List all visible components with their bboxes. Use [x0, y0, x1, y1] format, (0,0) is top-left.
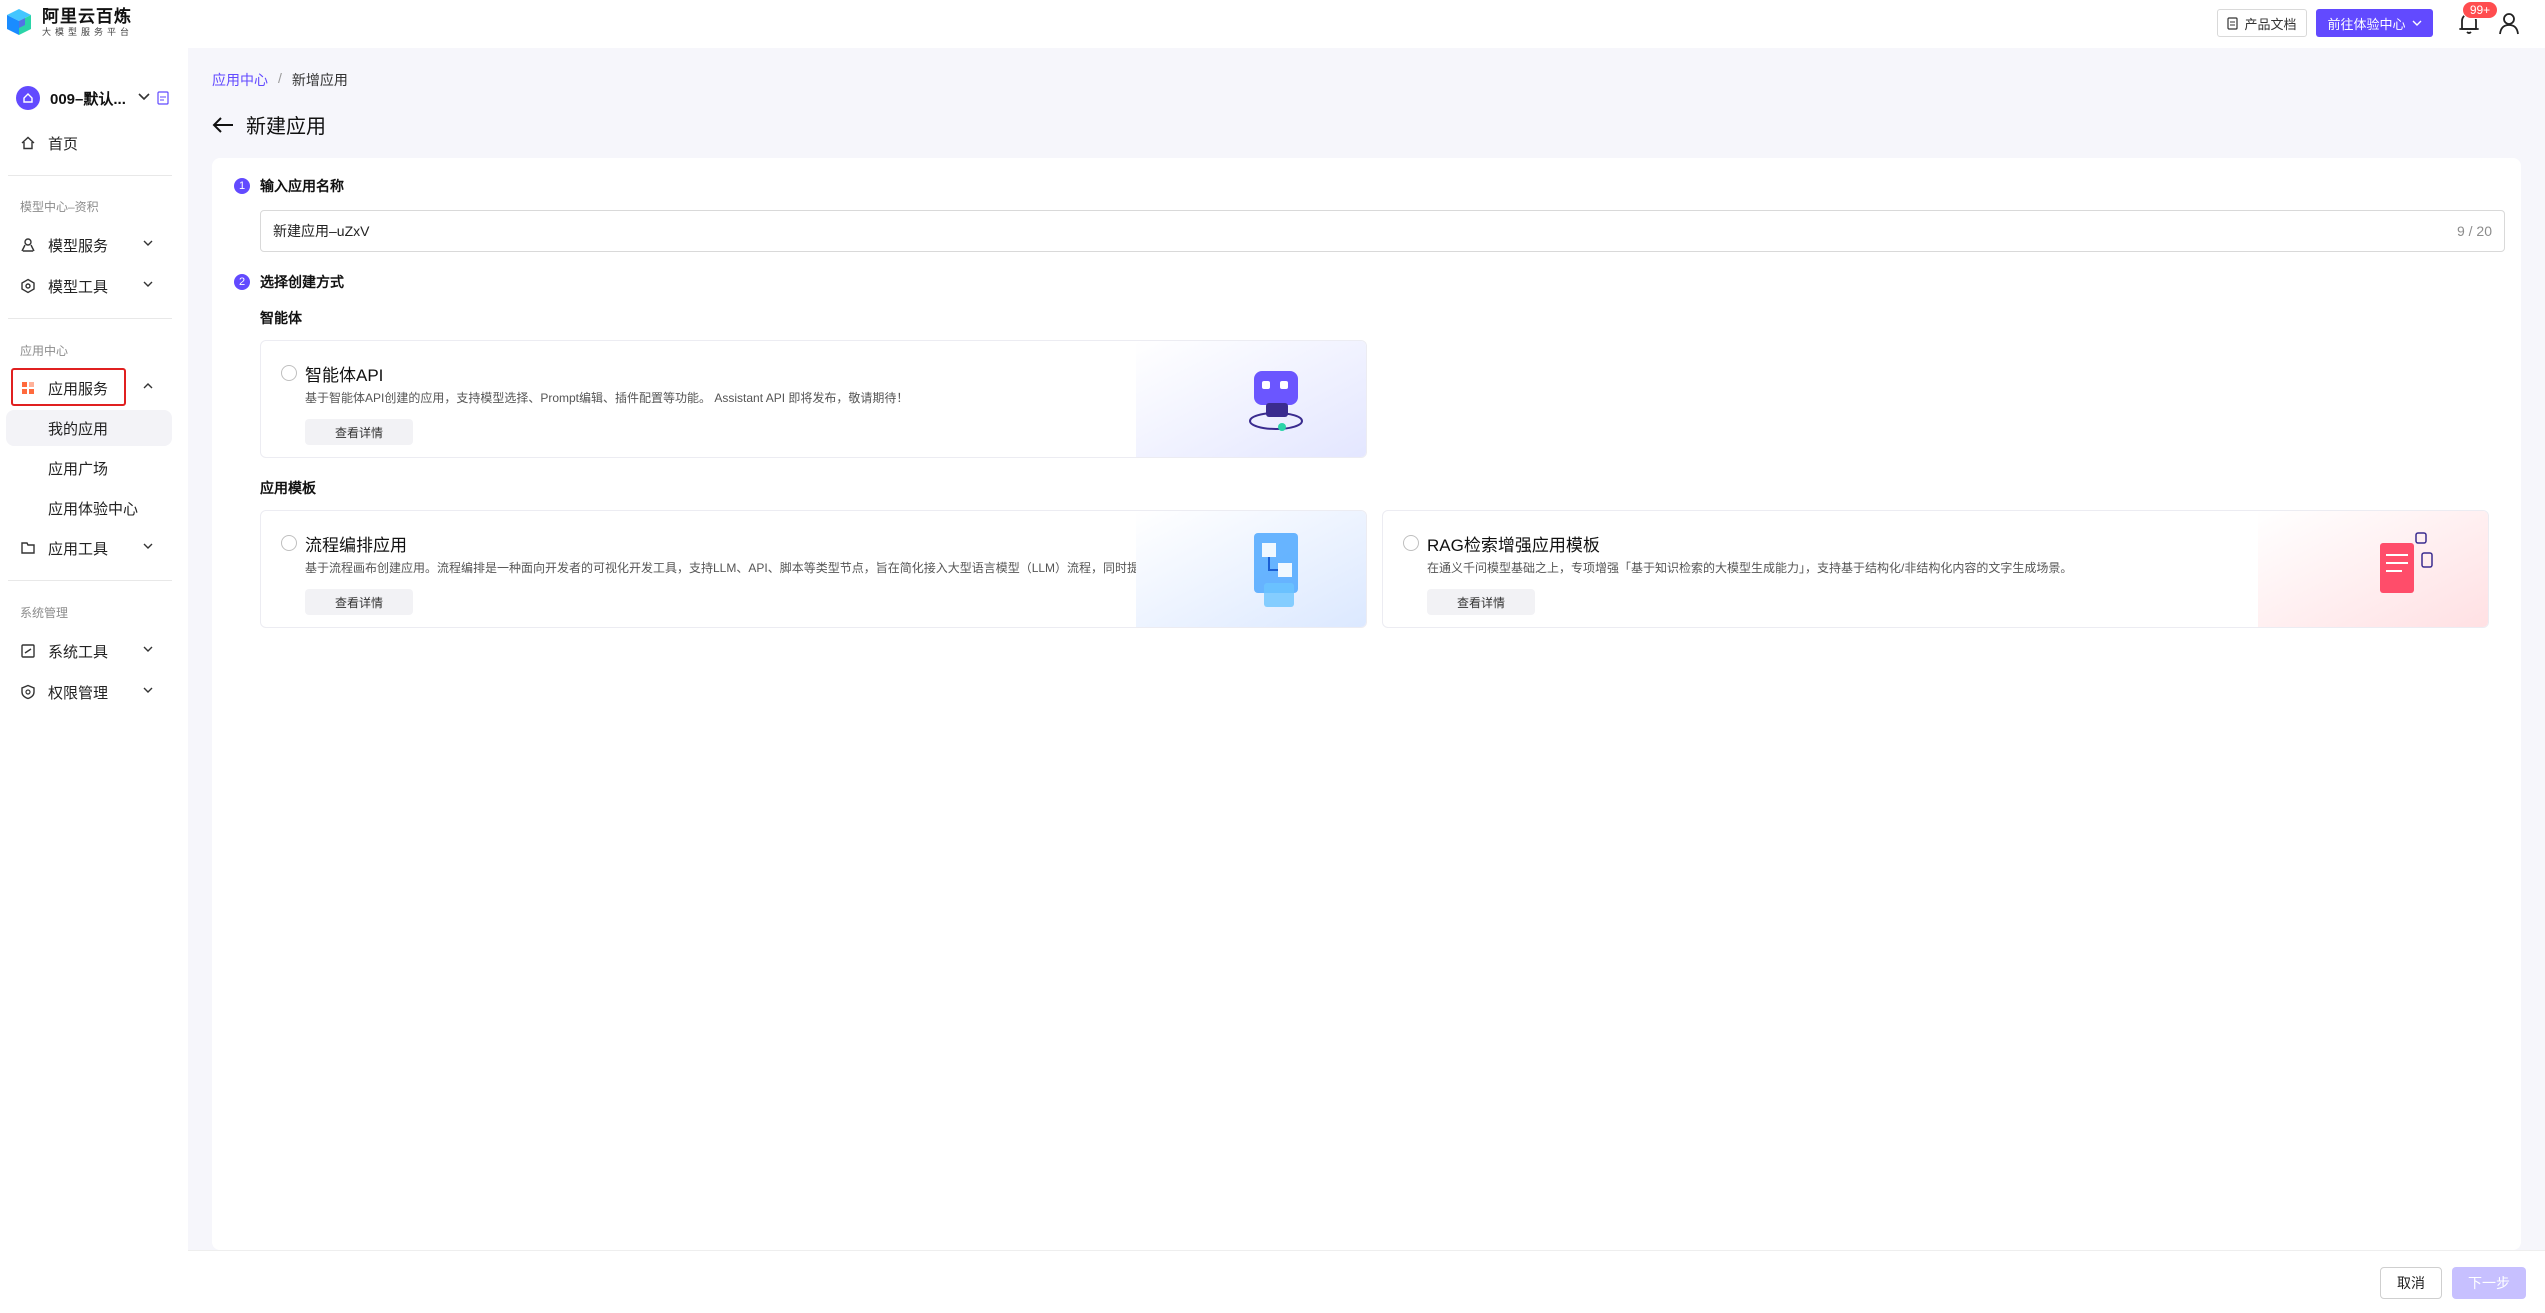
- radio-button[interactable]: [281, 535, 297, 551]
- document-stack-illustration-icon: [2258, 511, 2488, 627]
- option-title: RAG检索增强应用模板: [1427, 536, 1600, 555]
- shield-icon: [21, 684, 35, 700]
- sidebar-item-system-tools[interactable]: 系统工具: [0, 633, 172, 669]
- breadcrumb-separator: /: [278, 70, 282, 86]
- model-service-icon: [21, 238, 35, 252]
- breadcrumb-link-app-center[interactable]: 应用中心: [212, 70, 268, 90]
- workspace-name: 009–默认...: [50, 90, 126, 108]
- brand-subtitle: 大模型服务平台: [42, 26, 134, 37]
- sidebar-item-label: 首页: [48, 135, 79, 153]
- step-label: 选择创建方式: [260, 274, 344, 290]
- cube-logo-icon: [7, 9, 31, 35]
- option-description: 基于智能体API创建的应用，支持模型选择、Prompt编辑、插件配置等功能。 A…: [305, 391, 909, 405]
- sidebar-item-label: 模型工具: [48, 278, 109, 296]
- brand-logo[interactable]: 阿里云百炼 大模型服务平台: [4, 7, 133, 37]
- sidebar-item-model-tools[interactable]: 模型工具: [0, 268, 172, 304]
- step-label: 输入应用名称: [260, 178, 344, 194]
- option-card-flow-app[interactable]: 流程编排应用 基于流程画布创建应用。流程编排是一种面向开发者的可视化开发工具，支…: [260, 510, 1367, 628]
- workspace-doc-icon[interactable]: [157, 91, 169, 105]
- workspace-avatar: [16, 86, 40, 110]
- option-title: 智能体API: [305, 366, 384, 385]
- breadcrumb-current: 新增应用: [291, 72, 348, 88]
- app-name-input[interactable]: [261, 212, 2361, 250]
- chevron-down-icon: [143, 240, 153, 246]
- product-docs-label: 产品文档: [2244, 16, 2297, 32]
- chevron-down-icon: [2412, 20, 2421, 26]
- chevron-up-icon: [143, 383, 153, 389]
- home-badge-icon: [23, 93, 33, 103]
- group-label-agent: 智能体: [260, 310, 302, 326]
- option-description: 基于流程画布创建应用。流程编排是一种面向开发者的可视化开发工具，支持LLM、AP…: [305, 561, 1234, 575]
- chevron-down-icon[interactable]: [137, 92, 151, 102]
- sidebar-item-label: 模型服务: [48, 237, 109, 255]
- sidebar-divider: [8, 175, 172, 176]
- page-title-row: 新建应用: [212, 110, 326, 139]
- create-app-form: 1 输入应用名称 9 / 20 2 选择创建方式 智能体 智能体API 基于智能…: [212, 158, 2521, 1250]
- sidebar-subitem-my-apps[interactable]: 我的应用: [6, 410, 172, 446]
- radio-button[interactable]: [281, 365, 297, 381]
- workspace-switcher[interactable]: 009–默认...: [16, 86, 126, 110]
- annotation-highlight-box: [11, 368, 126, 406]
- option-card-rag-template[interactable]: RAG检索增强应用模板 在通义千问模型基础之上，专项增强「基于知识检索的大模型生…: [1382, 510, 2489, 628]
- user-avatar-icon[interactable]: [2497, 10, 2521, 36]
- chevron-down-icon: [143, 543, 153, 549]
- chevron-down-icon: [143, 687, 153, 693]
- section-label-model-center: 模型中心–资积: [20, 200, 99, 214]
- footer-action-bar: 取消 下一步: [188, 1250, 2545, 1313]
- group-label-template: 应用模板: [260, 480, 316, 496]
- app-name-field[interactable]: 9 / 20: [260, 210, 2505, 252]
- flow-diagram-illustration-icon: [1136, 511, 1366, 627]
- next-step-button[interactable]: 下一步: [2452, 1267, 2526, 1299]
- view-details-button[interactable]: 查看详情: [1427, 589, 1535, 615]
- cancel-button[interactable]: 取消: [2380, 1267, 2442, 1299]
- breadcrumb: 应用中心 / 新增应用: [212, 70, 348, 90]
- chevron-down-icon: [143, 281, 153, 287]
- page-title: 新建应用: [246, 116, 326, 138]
- section-label-system: 系统管理: [20, 606, 69, 620]
- sidebar-subitem-app-experience[interactable]: 应用体验中心: [6, 490, 172, 526]
- document-icon: [2227, 16, 2239, 30]
- step-number: 1: [234, 178, 250, 194]
- experience-center-label: 前往体验中心: [2327, 16, 2406, 32]
- step-number: 2: [234, 274, 250, 290]
- sidebar-item-app-tools[interactable]: 应用工具: [0, 530, 172, 566]
- option-title: 流程编排应用: [305, 536, 407, 555]
- sidebar-divider: [8, 318, 172, 319]
- system-tools-icon: [21, 644, 35, 658]
- step-1-header: 1 输入应用名称: [234, 176, 344, 196]
- view-details-button[interactable]: 查看详情: [305, 589, 413, 615]
- sidebar-item-model-service[interactable]: 模型服务: [0, 227, 172, 263]
- robot-illustration-icon: [1136, 341, 1366, 457]
- sidebar-item-label: 系统工具: [48, 643, 109, 661]
- sidebar-item-permissions[interactable]: 权限管理: [0, 674, 172, 710]
- sidebar-item-label: 应用工具: [48, 540, 109, 558]
- view-details-button[interactable]: 查看详情: [305, 419, 413, 445]
- char-counter: 9 / 20: [2456, 223, 2492, 239]
- radio-button[interactable]: [1403, 535, 1419, 551]
- sidebar-item-label: 权限管理: [48, 684, 109, 702]
- experience-center-button[interactable]: 前往体验中心: [2316, 9, 2433, 37]
- step-2-header: 2 选择创建方式: [234, 272, 344, 292]
- chevron-down-icon: [143, 646, 153, 652]
- product-docs-button[interactable]: 产品文档: [2217, 9, 2307, 37]
- sidebar-divider: [8, 580, 172, 581]
- sidebar: 009–默认... 首页 模型中心–资积 模型服务 模型工具 应用中心 应用服务…: [0, 48, 188, 1313]
- main-content: 应用中心 / 新增应用 新建应用 1 输入应用名称 9 / 20 2 选择创建方…: [188, 48, 2545, 1313]
- section-label-app-center: 应用中心: [20, 344, 69, 358]
- top-bar: 阿里云百炼 大模型服务平台 产品文档 前往体验中心 99+: [0, 0, 2545, 48]
- notification-badge: 99+: [2462, 1, 2498, 19]
- app-tools-icon: [21, 542, 35, 554]
- arrow-left-icon[interactable]: [212, 116, 234, 134]
- model-tools-icon: [21, 278, 35, 294]
- option-description: 在通义千问模型基础之上，专项增强「基于知识检索的大模型生成能力」，支持基于结构化…: [1427, 561, 2073, 575]
- home-icon: [21, 136, 35, 150]
- sidebar-item-home[interactable]: 首页: [0, 125, 172, 161]
- brand-name: 阿里云百炼: [42, 6, 132, 26]
- option-card-agent-api[interactable]: 智能体API 基于智能体API创建的应用，支持模型选择、Prompt编辑、插件配…: [260, 340, 1367, 458]
- sidebar-subitem-app-plaza[interactable]: 应用广场: [6, 450, 172, 486]
